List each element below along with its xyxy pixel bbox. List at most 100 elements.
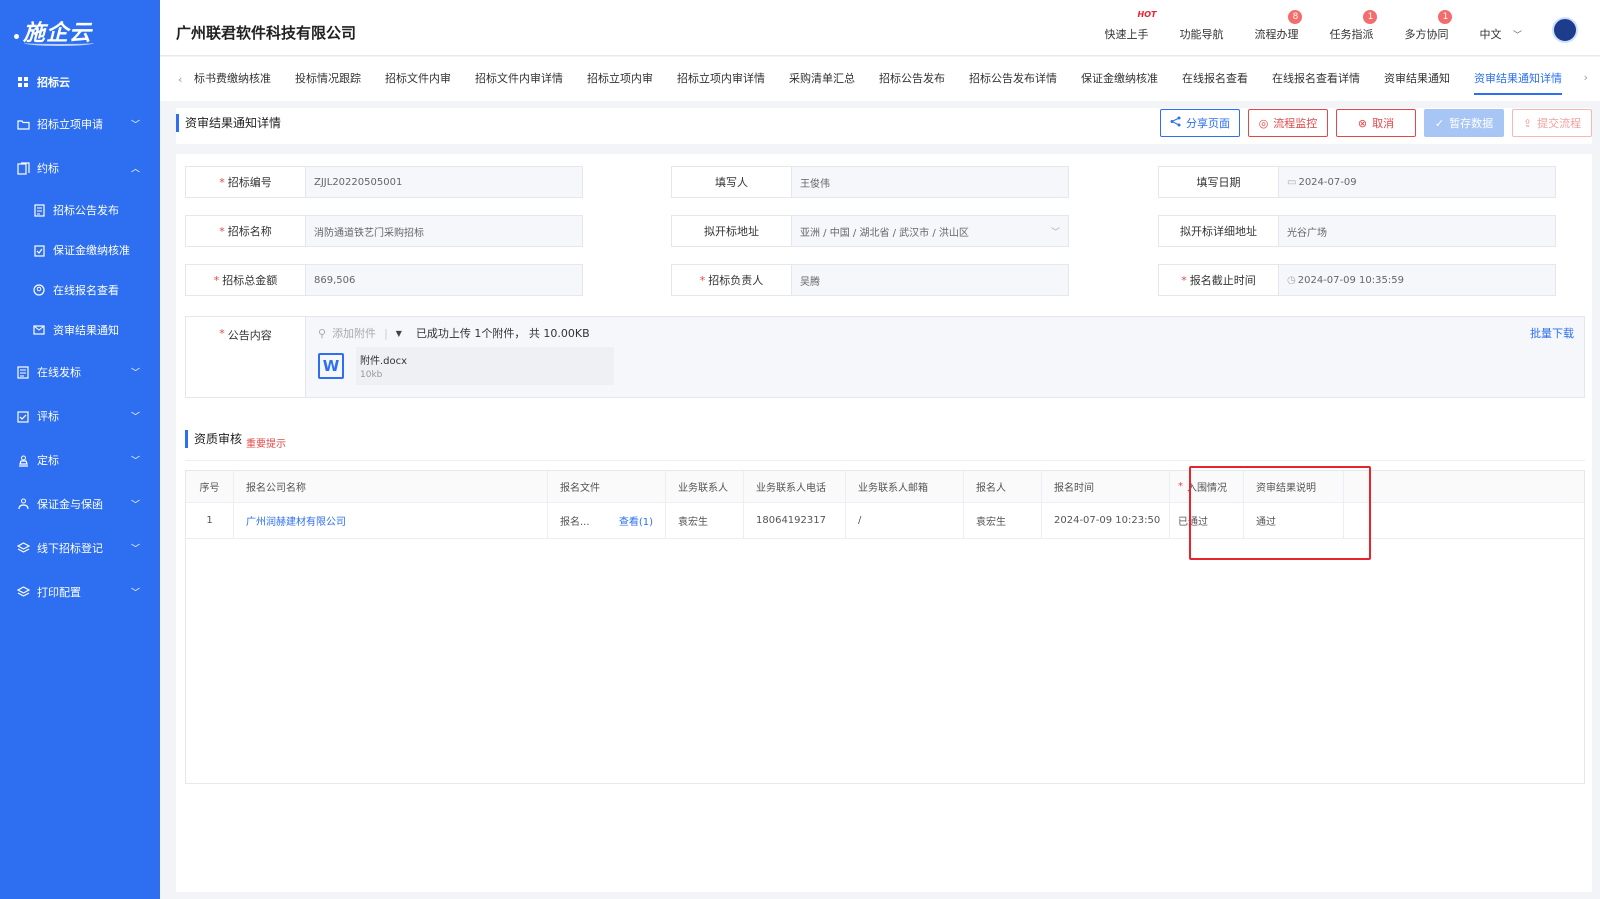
bid-name-field: * 招标名称 消防通道铁艺门采购招标 [185,215,583,247]
function-nav-link[interactable]: 功能导航 [1179,26,1223,42]
file-size: 10kb [360,370,383,380]
sidebar-item-deposit-approval[interactable]: 保证金缴纳核准 [0,230,160,270]
monitor-icon: ◎ [1258,116,1269,130]
close-circle-icon: ⊗ [1357,116,1368,130]
sidebar-item-print-config[interactable]: 打印配置 ﹀ [0,570,160,614]
tab-purchase-summary[interactable]: 采购清单汇总 [789,57,855,101]
sidebar-item-label: 招标立项申请 [37,118,103,131]
quick-start-link[interactable]: 快速上手 HOT [1104,10,1156,42]
chevron-down-icon: ﹀ [130,412,140,423]
file-name: 附件.docx [360,356,408,367]
chevron-left-icon[interactable]: ‹ [178,73,194,86]
submit-process-button[interactable]: ⇪ 提交流程 [1512,109,1592,137]
view-files-link[interactable]: 查看(1) [619,513,653,528]
open-addr-select[interactable]: 亚洲 / 中国 / 湖北省 / 武汉市 / 洪山区 ﹀ [792,216,1068,246]
task-assign-link[interactable]: 任务指派 1 [1329,10,1378,42]
principal-input[interactable]: 吴腾 [792,265,1068,295]
chevron-down-icon: ﹀ [130,500,140,511]
sidebar-item-online-registration[interactable]: 在线报名查看 [0,270,160,310]
open-addr-detail-input[interactable]: 光谷广场 [1279,216,1555,246]
sidebar-item-label: 线下招标登记 [37,542,103,555]
sidebar-item-offline-registration[interactable]: 线下招标登记 ﹀ [0,526,160,570]
sidebar-item-evaluation[interactable]: 评标 ﹀ [0,394,160,438]
filler-field: 填写人 王俊伟 [671,166,1069,198]
content-label: 公告内容 [227,329,272,342]
chevron-down-icon: ﹀ [130,120,140,131]
fill-date-value: 2024-07-09 [1298,176,1357,188]
tab-announcement[interactable]: 招标公告发布 [879,57,945,101]
field-label: 填写人 [672,167,792,197]
sidebar-item-deposit-guarantee[interactable]: 保证金与保函 ﹀ [0,482,160,526]
field-label: 填写日期 [1159,167,1279,197]
tab-bid-fee-approval[interactable]: 标书费缴纳核准 [194,57,271,101]
company-name-link[interactable]: 广州润赫建材有限公司 [234,503,548,538]
col-header: 报名文件 [548,471,666,502]
layers-icon [16,585,30,599]
document-list-icon [16,365,30,379]
tab-qualification-result-detail[interactable]: 资审结果通知详情 [1474,57,1562,101]
fill-date-field: 填写日期 ▭ 2024-07-09 [1158,166,1556,198]
principal-label: 招标负责人 [708,274,764,287]
tab-bid-tracking[interactable]: 投标情况跟踪 [295,57,361,101]
sidebar: 施企云 招标云 招标立项申请 ﹀ 约标 ︿ 招标公告发布 保证金缴纳核准 在线报… [0,0,160,899]
cancel-button[interactable]: ⊗ 取消 [1336,109,1416,137]
important-tip-link[interactable]: 重要提示 [246,435,286,450]
batch-download-link[interactable]: 批量下载 [1530,325,1574,341]
deadline-input[interactable]: ◷ 2024-07-09 10:35:59 [1279,265,1555,295]
share-page-button[interactable]: 分享页面 [1160,109,1240,137]
chevron-right-icon[interactable]: › [1584,71,1588,84]
tab-project-review-detail[interactable]: 招标立项内审详情 [677,57,765,101]
save-draft-button[interactable]: ✓ 暂存数据 [1424,109,1504,137]
chevron-down-icon: ﹀ [1512,31,1522,41]
process-handling-link[interactable]: 流程办理 8 [1254,10,1303,42]
sidebar-item-bid-announcement[interactable]: 招标公告发布 [0,190,160,230]
language-select[interactable]: 中文 ﹀ [1479,26,1522,42]
open-addr-detail-field: 拟开标详细地址 光谷广场 [1158,215,1556,247]
tab-online-registration[interactable]: 在线报名查看 [1182,57,1248,101]
sidebar-item-award[interactable]: 定标 ﹀ [0,438,160,482]
deadline-label: 报名截止时间 [1189,274,1256,287]
tab-bid-doc-review-detail[interactable]: 招标文件内审详情 [475,57,563,101]
field-label: * 招标编号 [186,167,306,197]
collaboration-link[interactable]: 多方协同 1 [1404,10,1453,42]
avatar[interactable] [1552,17,1578,43]
tab-bid-doc-review[interactable]: 招标文件内审 [385,57,451,101]
contact-phone: 18064192317 [744,503,846,538]
clipboard-check-icon [32,243,46,257]
sidebar-item-bid-project-apply[interactable]: 招标立项申请 ﹀ [0,102,160,146]
logo-swoosh [24,40,94,46]
chevron-down-icon: ﹀ [130,456,140,467]
sidebar-item-yuebiao[interactable]: 约标 ︿ [0,146,160,190]
filler-label: 填写人 [715,176,748,189]
principal-field: * 招标负责人 吴腾 [671,264,1069,296]
open-addr-detail-value: 光谷广场 [1287,227,1327,239]
count-badge: 1 [1363,10,1378,24]
task-assign-label: 任务指派 [1329,28,1374,41]
sidebar-item-online-bid-issue[interactable]: 在线发标 ﹀ [0,350,160,394]
field-label: * 公告内容 [186,317,306,397]
count-badge: 8 [1288,10,1303,24]
sidebar-item-zhaobiaoyun[interactable]: 招标云 [0,62,160,102]
section-title: 资质审核 [185,430,242,448]
reg-file-name: 报名... [560,517,590,528]
col-header: 业务联系人电话 [744,471,846,502]
tab-project-review[interactable]: 招标立项内审 [587,57,653,101]
add-attachment-button[interactable]: ⚲ 添加附件 [318,325,376,341]
filler-input[interactable]: 王俊伟 [792,167,1068,197]
tab-announcement-detail[interactable]: 招标公告发布详情 [969,57,1057,101]
bid-name-input[interactable]: 消防通道铁艺门采购招标 [306,216,582,246]
attachment-file[interactable]: W 附件.docx 10kb [318,347,614,385]
tab-deposit-approval[interactable]: 保证金缴纳核准 [1081,57,1158,101]
total-amount-input[interactable]: 869,506 [306,265,582,295]
clipboard-check-icon [16,409,30,423]
sidebar-item-qualification-result[interactable]: 资审结果通知 [0,310,160,350]
bid-name-label: 招标名称 [227,225,272,238]
top-header: 广州联君软件科技有限公司 快速上手 HOT 功能导航 流程办理 8 任务指派 1… [160,0,1600,56]
fill-date-input[interactable]: ▭ 2024-07-09 [1279,167,1555,197]
tab-online-registration-detail[interactable]: 在线报名查看详情 [1272,57,1360,101]
caret-down-icon[interactable]: ▼ [396,329,402,338]
logo[interactable]: 施企云 [0,0,160,62]
process-monitor-button[interactable]: ◎ 流程监控 [1248,109,1328,137]
bid-no-input[interactable]: ZJJL20220505001 [306,167,582,197]
tab-qualification-result[interactable]: 资审结果通知 [1384,57,1450,101]
